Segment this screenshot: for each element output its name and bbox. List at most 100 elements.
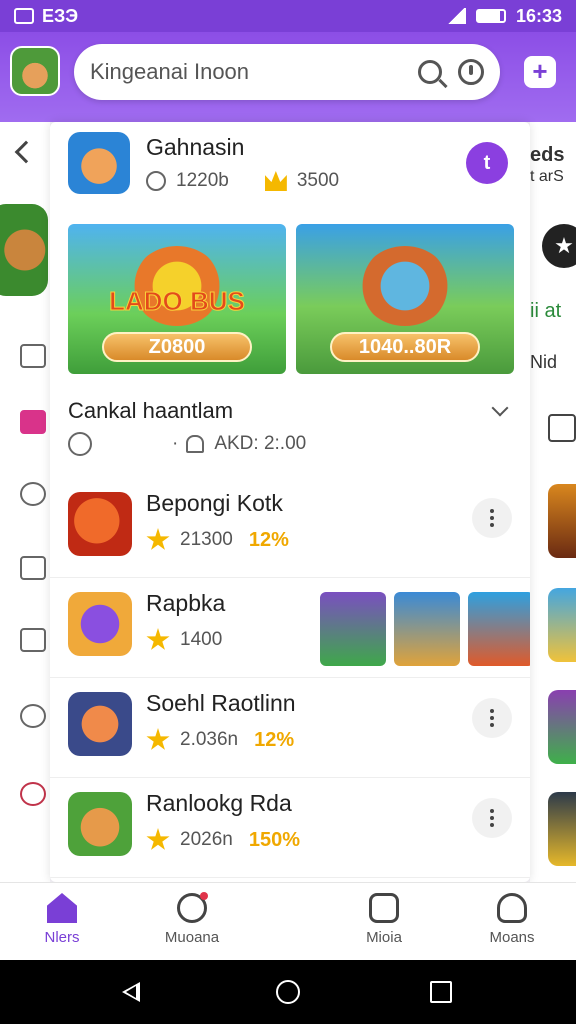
item-name: Soehl Raotlinn (146, 690, 296, 716)
status-time: 16:33 (515, 5, 562, 26)
star-badge-icon[interactable]: ★ (542, 224, 576, 268)
nav-profile[interactable]: Moans (462, 893, 562, 946)
status-bar: ЕЗЭ 16:33 (0, 0, 576, 32)
banner-logo: LADO BUS (109, 286, 246, 317)
list-item[interactable]: Soehl Raotlinn 2.036n 12% (50, 678, 530, 778)
status-left: ЕЗЭ (14, 6, 78, 27)
gift-icon[interactable] (20, 410, 46, 434)
item-name: Bepongi Kotk (146, 490, 283, 516)
peek-thumb[interactable] (548, 484, 576, 558)
app-screen: ЕЗЭ 16:33 Kingeanai Inoon + eds t arS ★ (0, 0, 576, 1024)
screenshot-thumb[interactable] (320, 592, 386, 666)
list-item[interactable]: Bepongi Kotk 21300 12% (50, 478, 530, 578)
promo-banner[interactable]: LADO BUS Z0800 (68, 224, 286, 374)
peek-title: eds (530, 144, 565, 166)
peek-thumb[interactable] (548, 588, 576, 662)
phone-icon[interactable] (20, 628, 46, 652)
item-meta: 2026n 150% (146, 828, 300, 852)
smile-icon (68, 432, 92, 456)
bottom-nav: Nlers Muoana Mioia Moans (0, 882, 576, 960)
item-rating: 2.036n (180, 729, 239, 750)
star-icon (146, 528, 170, 550)
peek-nid-text: Nid (530, 352, 558, 372)
peek-subtitle: t arS (530, 168, 564, 185)
clock-icon[interactable] (20, 782, 46, 806)
list-item[interactable]: Rapbka 1400 (50, 578, 530, 678)
item-meta: 21300 12% (146, 528, 289, 552)
app-icon[interactable] (68, 132, 130, 194)
media-icon[interactable] (369, 893, 399, 923)
signal-icon (445, 8, 466, 24)
nav-explore[interactable]: Muoana (142, 892, 242, 946)
search-input[interactable]: Kingeanai Inoon (90, 59, 418, 85)
rail-avatar[interactable] (0, 204, 48, 296)
nav-label: Nlers (44, 929, 80, 946)
left-rail (0, 122, 50, 882)
nav-media[interactable]: Mioia (334, 893, 434, 946)
app-header-row: Gahnasin 1220b 3500 t (68, 132, 508, 198)
app-header: Kingeanai Inoon + (0, 32, 576, 122)
more-options-button[interactable] (472, 798, 512, 838)
bell-icon (186, 435, 205, 453)
system-home-icon[interactable] (276, 980, 300, 1004)
app-meta: 1220b 3500 (146, 170, 339, 192)
promo-banner[interactable]: 1040..80R (296, 224, 514, 374)
nav-label: Mioia (366, 929, 402, 946)
nav-label: Muoana (164, 929, 220, 946)
search-bar[interactable]: Kingeanai Inoon (74, 44, 500, 100)
item-percent: 12% (254, 728, 295, 751)
screenshot-thumb[interactable] (394, 592, 460, 666)
banner-price-button[interactable]: Z0800 (102, 332, 252, 362)
app-logo-icon[interactable] (10, 46, 60, 96)
banner-price-button[interactable]: 1040..80R (330, 332, 480, 362)
star-icon (146, 828, 170, 850)
compass-icon[interactable] (177, 892, 208, 923)
house-icon[interactable] (20, 556, 46, 580)
profile-badge[interactable]: t (466, 142, 508, 184)
item-meta: 2.036n 12% (146, 728, 294, 752)
item-percent: 12% (248, 528, 289, 551)
chat-icon (146, 171, 166, 191)
chevron-down-icon[interactable] (491, 399, 509, 417)
user-icon[interactable] (497, 893, 527, 923)
tablet-icon[interactable] (20, 344, 46, 368)
peek-thumb[interactable] (548, 792, 576, 866)
banner-art (360, 246, 450, 326)
dot-separator: · (172, 433, 179, 454)
app-detail-card: Gahnasin 1220b 3500 t LADO BUS Z0800 104… (50, 122, 530, 882)
status-left-text: ЕЗЭ (42, 5, 79, 26)
cloud-icon[interactable] (20, 482, 46, 506)
info-icon[interactable] (548, 414, 576, 442)
add-button[interactable]: + (524, 56, 556, 88)
screenshot-thumb[interactable] (468, 592, 530, 666)
right-peek-panel: eds t arS ★ ii at Nid (530, 122, 576, 882)
system-recents-icon[interactable] (430, 981, 452, 1003)
item-icon[interactable] (68, 692, 132, 756)
list-item[interactable]: Ranlookg Rda 2026n 150% (50, 778, 530, 878)
item-meta: 1400 (146, 628, 222, 652)
nav-home[interactable]: Nlers (12, 893, 112, 946)
more-options-button[interactable] (472, 698, 512, 738)
screenshot-row (320, 592, 530, 666)
hand-icon[interactable] (20, 704, 46, 728)
peek-thumb[interactable] (548, 690, 576, 764)
more-options-button[interactable] (472, 498, 512, 538)
power-icon[interactable] (458, 59, 484, 85)
save-icon (14, 8, 34, 24)
nav-label: Moans (489, 929, 535, 946)
battery-icon (475, 9, 506, 23)
status-right: 16:33 (445, 5, 562, 27)
system-back-icon[interactable] (122, 982, 140, 1002)
search-icon[interactable] (418, 60, 442, 84)
system-nav-bar (0, 960, 576, 1024)
back-icon[interactable] (14, 140, 38, 164)
item-rating: 21300 (180, 529, 233, 550)
section-title: Cankal haantlam (68, 398, 234, 423)
item-icon[interactable] (68, 792, 132, 856)
downloads-count: 1220b (176, 170, 229, 191)
home-icon[interactable] (47, 893, 77, 923)
item-icon[interactable] (68, 592, 132, 656)
crown-icon (264, 171, 287, 191)
item-icon[interactable] (68, 492, 132, 556)
item-name: Rapbka (146, 590, 226, 616)
